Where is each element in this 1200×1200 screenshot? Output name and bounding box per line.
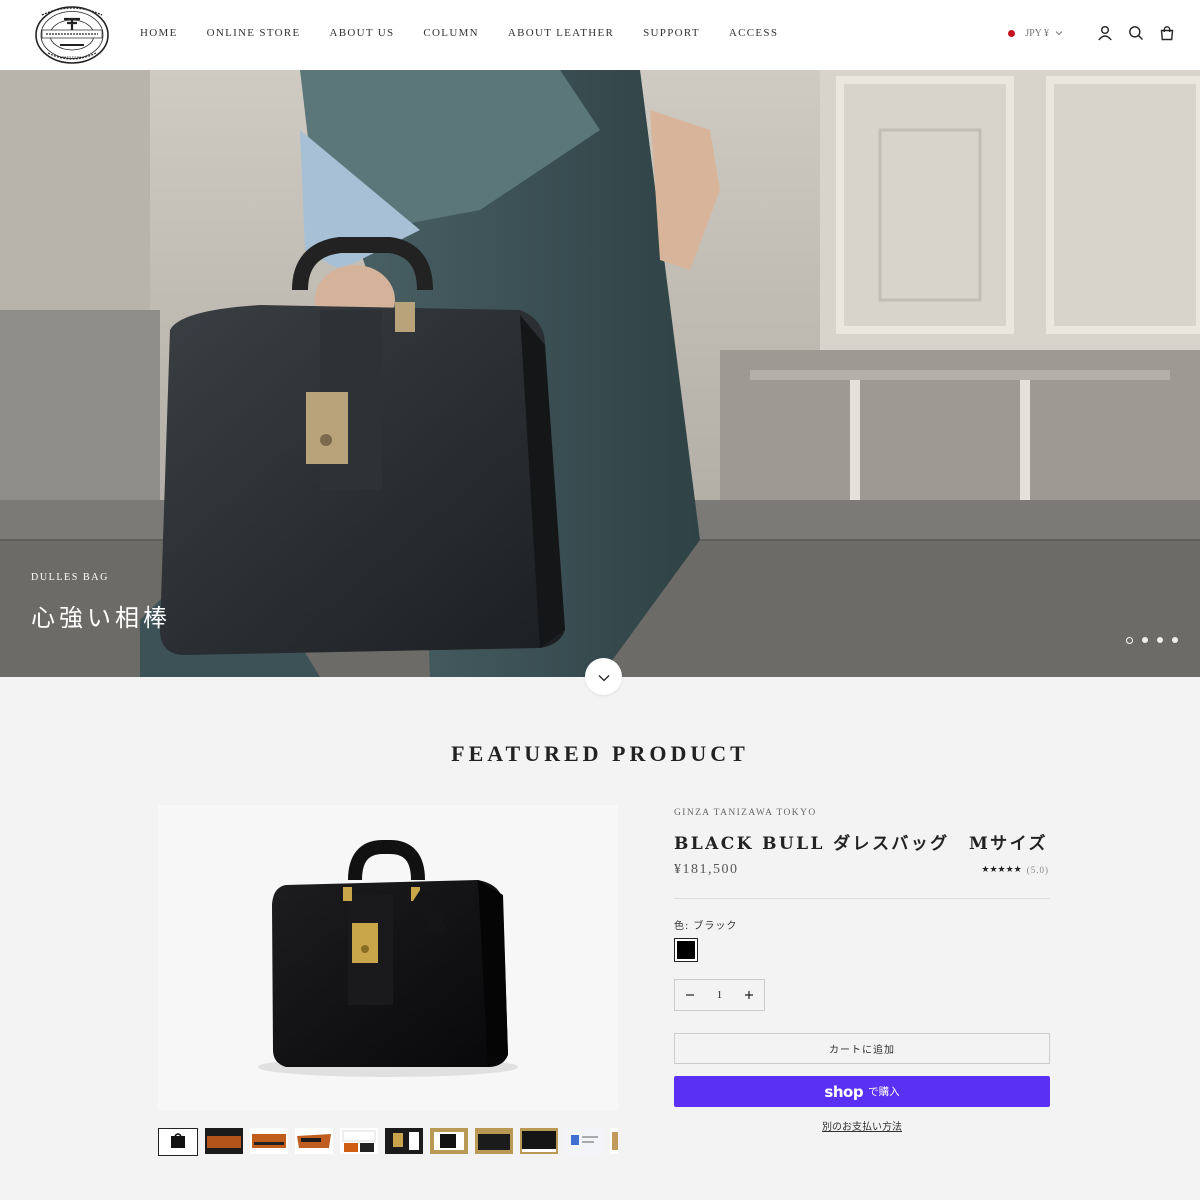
product-thumbnail[interactable]	[205, 1128, 243, 1154]
nav-home[interactable]: HOME	[140, 27, 178, 39]
nav-column[interactable]: COLUMN	[423, 27, 478, 39]
site-header: HOME ONLINE STORE ABOUT US COLUMN ABOUT …	[0, 0, 1200, 70]
product-thumbnail[interactable]	[295, 1128, 333, 1154]
slide-dot-3[interactable]	[1157, 637, 1163, 643]
currency-selector[interactable]: JPY ¥	[1008, 28, 1063, 39]
hero-slideshow: DULLES BAG 心強い相棒	[0, 70, 1200, 677]
product-thumbnails	[158, 1128, 618, 1162]
product-rating[interactable]: ★★★★★ (5.0)	[981, 865, 1049, 875]
color-label: 色: ブラック	[674, 917, 737, 932]
quantity-decrease-button[interactable]	[675, 980, 705, 1010]
quantity-input[interactable]	[705, 989, 734, 1001]
product-thumbnail[interactable]	[520, 1128, 558, 1154]
shop-pay-logo: shop	[824, 1082, 864, 1101]
nav-access[interactable]: ACCESS	[729, 27, 778, 39]
slideshow-dots	[1126, 637, 1178, 644]
divider	[674, 898, 1050, 899]
quantity-increase-button[interactable]	[734, 980, 764, 1010]
product-thumbnail[interactable]	[610, 1128, 618, 1154]
nav-online-store[interactable]: ONLINE STORE	[207, 27, 301, 39]
cart-icon[interactable]	[1156, 22, 1178, 44]
product-price: ¥181,500	[674, 862, 739, 877]
product-title[interactable]: BLACK BULL ダレスバッグ Mサイズ	[674, 829, 1048, 854]
product-thumbnail[interactable]	[385, 1128, 423, 1154]
product-vendor: GINZA TANIZAWA TOKYO	[674, 808, 817, 818]
chevron-down-icon	[598, 667, 610, 686]
product-thumbnail[interactable]	[475, 1128, 513, 1154]
main-nav: HOME ONLINE STORE ABOUT US COLUMN ABOUT …	[140, 27, 807, 39]
slide-dot-1[interactable]	[1126, 637, 1133, 644]
hero-image	[0, 70, 1200, 677]
search-icon[interactable]	[1125, 22, 1147, 44]
color-label-value: ブラック	[693, 921, 738, 932]
star-rating-icon: ★★★★★	[981, 865, 1022, 875]
shop-pay-button[interactable]: shop で購入	[674, 1076, 1050, 1107]
nav-about-leather[interactable]: ABOUT LEATHER	[508, 27, 614, 39]
slide-dot-2[interactable]	[1142, 637, 1148, 643]
swatch-fill	[677, 941, 695, 959]
section-title: FEATURED PRODUCT	[451, 741, 749, 766]
account-icon[interactable]	[1094, 22, 1116, 44]
product-thumbnail[interactable]	[340, 1128, 378, 1154]
shop-pay-label: で購入	[868, 1086, 900, 1098]
color-label-prefix: 色:	[674, 921, 690, 932]
chevron-down-icon	[1055, 28, 1063, 39]
currency-label: JPY ¥	[1025, 27, 1049, 39]
japan-flag-icon	[1008, 29, 1016, 37]
header-actions: JPY ¥	[1008, 22, 1178, 44]
brand-logo[interactable]	[34, 5, 110, 65]
product-main-image[interactable]	[158, 805, 618, 1110]
color-swatch-black[interactable]	[674, 938, 698, 962]
add-to-cart-button[interactable]: カートに追加	[674, 1033, 1050, 1064]
hero-title: 心強い相棒	[31, 604, 171, 632]
quantity-selector	[674, 979, 765, 1011]
product-thumbnail[interactable]	[565, 1128, 603, 1154]
scroll-down-button[interactable]	[585, 658, 622, 695]
product-thumbnail[interactable]	[250, 1128, 288, 1154]
nav-about-us[interactable]: ABOUT US	[330, 27, 395, 39]
hero-eyebrow: DULLES BAG	[31, 572, 109, 583]
product-thumbnail[interactable]	[158, 1128, 198, 1156]
more-payment-options-link[interactable]: 別のお支払い方法	[674, 1118, 1050, 1133]
nav-support[interactable]: SUPPORT	[643, 27, 700, 39]
slide-dot-4[interactable]	[1172, 637, 1178, 643]
rating-value: (5.0)	[1026, 865, 1049, 875]
product-thumbnail[interactable]	[430, 1128, 468, 1154]
